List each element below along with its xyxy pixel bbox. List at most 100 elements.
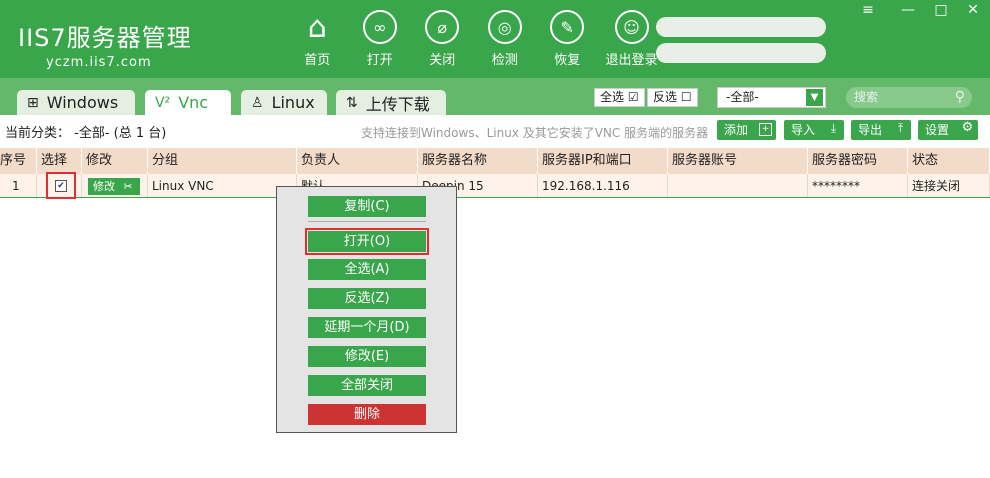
tab-linux[interactable]: ♙ Linux bbox=[241, 90, 327, 115]
cell-group: Linux VNC bbox=[148, 174, 297, 197]
nav-check-label: 检测 bbox=[491, 53, 518, 68]
current-category: 当前分类： -全部- (总 1 台) bbox=[5, 126, 167, 141]
invert-label: 反选 bbox=[653, 90, 678, 104]
cell-account bbox=[668, 174, 808, 197]
user-info-line2 bbox=[656, 43, 826, 63]
search-input[interactable]: 搜索 ⚲ bbox=[846, 87, 972, 108]
cell-index: 1 bbox=[0, 174, 37, 197]
menu-invert-select[interactable]: 反选(Z) bbox=[308, 288, 426, 309]
logo-title: IIS7服务器管理 bbox=[18, 24, 192, 52]
upload-icon: ⤒ bbox=[897, 121, 904, 135]
gear-icon: ⚙ bbox=[961, 120, 974, 135]
col-server-ip[interactable]: 服务器IP和端口 bbox=[538, 148, 668, 174]
wrench-icon: ✎ bbox=[550, 10, 585, 44]
search-placeholder: 搜索 bbox=[854, 90, 879, 104]
menu-edit[interactable]: 修改(E) bbox=[308, 346, 426, 367]
tab-vnc[interactable]: V² Vnc bbox=[145, 90, 231, 115]
app-logo: IIS7服务器管理 yczm.iis7.com bbox=[18, 18, 192, 70]
col-index[interactable]: 序号 bbox=[0, 148, 37, 174]
nav-logout-button[interactable]: ☺ 退出登录 bbox=[599, 10, 665, 68]
invert-icon: ☐ bbox=[680, 90, 692, 104]
user-icon: ☺ bbox=[614, 10, 649, 44]
select-all-label: 全选 bbox=[600, 90, 625, 104]
download-icon: ⤓ bbox=[830, 121, 837, 135]
search-icon: ⚲ bbox=[954, 89, 965, 105]
col-owner[interactable]: 负责人 bbox=[297, 148, 418, 174]
app-header: IIS7服务器管理 yczm.iis7.com ⌂ 首页 ∞ 打开 ⌀ 关闭 ◎… bbox=[0, 0, 990, 78]
import-button[interactable]: 导入 ⤓ bbox=[784, 120, 844, 140]
row-edit-button[interactable]: 修改 ✂ bbox=[88, 178, 140, 195]
export-button[interactable]: 导出 ⤒ bbox=[851, 120, 911, 140]
col-password[interactable]: 服务器密码 bbox=[808, 148, 908, 174]
tab-bar: ⊞ Windows V² Vnc ♙ Linux ⇅ 上传下载 全选 ☑ 反选 … bbox=[0, 78, 990, 115]
linux-icon: ♙ bbox=[251, 94, 264, 111]
menu-extend-month[interactable]: 延期一个月(D) bbox=[308, 317, 426, 338]
nav-close-button[interactable]: ⌀ 关闭 bbox=[411, 10, 474, 68]
add-button[interactable]: 添加 + bbox=[717, 120, 776, 140]
row-checkbox[interactable]: ✔ bbox=[55, 180, 67, 192]
unlink-icon: ⌀ bbox=[425, 10, 460, 44]
chevron-down-icon: ▼ bbox=[806, 89, 823, 106]
nav-open-label: 打开 bbox=[366, 53, 393, 68]
tab-vnc-label: Vnc bbox=[178, 93, 209, 112]
logo-domain: yczm.iis7.com bbox=[46, 55, 152, 70]
maximize-icon[interactable]: □ bbox=[931, 2, 951, 18]
settings-label: 设置 bbox=[925, 123, 950, 137]
import-label: 导入 bbox=[791, 123, 816, 137]
nav-logout-label: 退出登录 bbox=[605, 53, 658, 68]
tools-icon: ✂ bbox=[123, 180, 133, 193]
select-all-button[interactable]: 全选 ☑ bbox=[594, 88, 645, 107]
tab-linux-label: Linux bbox=[271, 93, 315, 112]
col-edit[interactable]: 修改 bbox=[82, 148, 148, 174]
menu-delete[interactable]: 删除 bbox=[308, 404, 426, 425]
menu-open[interactable]: 打开(O) bbox=[305, 228, 429, 255]
support-hint: 支持连接到Windows、Linux 及其它安装了VNC 服务端的服务器 bbox=[361, 126, 709, 140]
tab-upload-download[interactable]: ⇅ 上传下载 bbox=[336, 90, 446, 115]
export-label: 导出 bbox=[858, 123, 883, 137]
menu-icon[interactable]: ≡ bbox=[858, 2, 878, 18]
table-row[interactable]: 1 Linux VNC 默认 Deepin 15 192.168.1.116 *… bbox=[0, 174, 990, 198]
home-icon: ⌂ bbox=[307, 9, 327, 45]
upload-download-icon: ⇅ bbox=[346, 94, 358, 111]
vnc-icon: V² bbox=[155, 94, 171, 111]
row-checkbox-highlight: ✔ bbox=[46, 172, 76, 199]
close-icon[interactable]: ✕ bbox=[963, 2, 983, 18]
tab-upload-label: 上传下载 bbox=[365, 94, 430, 114]
tab-windows[interactable]: ⊞ Windows bbox=[17, 90, 135, 115]
invert-select-button[interactable]: 反选 ☐ bbox=[647, 88, 698, 107]
nav-restore-label: 恢复 bbox=[554, 53, 581, 68]
cell-status: 连接关闭 bbox=[908, 174, 990, 197]
menu-close-all[interactable]: 全部关闭 bbox=[308, 375, 426, 396]
add-label: 添加 bbox=[724, 123, 749, 137]
nav-check-button[interactable]: ◎ 检测 bbox=[474, 10, 537, 68]
col-select[interactable]: 选择 bbox=[37, 148, 82, 174]
cell-password: ******** bbox=[808, 174, 908, 197]
user-info-line1 bbox=[656, 17, 826, 37]
nav-restore-button[interactable]: ✎ 恢复 bbox=[536, 10, 599, 68]
nav-home-button[interactable]: ⌂ 首页 bbox=[286, 9, 349, 69]
minimize-icon[interactable]: — bbox=[898, 2, 918, 18]
radar-icon: ◎ bbox=[487, 10, 522, 44]
plus-icon: + bbox=[759, 123, 772, 136]
category-select-value: -全部- bbox=[726, 90, 759, 104]
table-header: 序号 选择 修改 分组 负责人 服务器名称 服务器IP和端口 服务器账号 服务器… bbox=[0, 148, 990, 174]
menu-separator bbox=[308, 221, 426, 222]
col-account[interactable]: 服务器账号 bbox=[668, 148, 808, 174]
settings-button[interactable]: 设置 ⚙ bbox=[918, 120, 978, 140]
category-select[interactable]: -全部- ▼ bbox=[717, 87, 826, 108]
menu-select-all[interactable]: 全选(A) bbox=[308, 259, 426, 280]
col-status[interactable]: 状态 bbox=[908, 148, 990, 174]
windows-icon: ⊞ bbox=[27, 94, 39, 111]
nav-home-label: 首页 bbox=[304, 53, 331, 68]
col-server-name[interactable]: 服务器名称 bbox=[418, 148, 538, 174]
cell-server-ip: 192.168.1.116 bbox=[538, 174, 668, 197]
menu-copy[interactable]: 复制(C) bbox=[308, 196, 426, 217]
tab-windows-label: Windows bbox=[46, 93, 119, 112]
col-group[interactable]: 分组 bbox=[148, 148, 297, 174]
main-nav: ⌂ 首页 ∞ 打开 ⌀ 关闭 ◎ 检测 ✎ 恢复 ☺ 退出登录 bbox=[286, 9, 665, 69]
context-menu: 复制(C) 打开(O) 全选(A) 反选(Z) 延期一个月(D) 修改(E) 全… bbox=[276, 186, 457, 433]
nav-close-label: 关闭 bbox=[429, 53, 456, 68]
check-icon: ☑ bbox=[627, 90, 639, 104]
nav-open-button[interactable]: ∞ 打开 bbox=[349, 10, 412, 68]
link-icon: ∞ bbox=[362, 10, 397, 44]
